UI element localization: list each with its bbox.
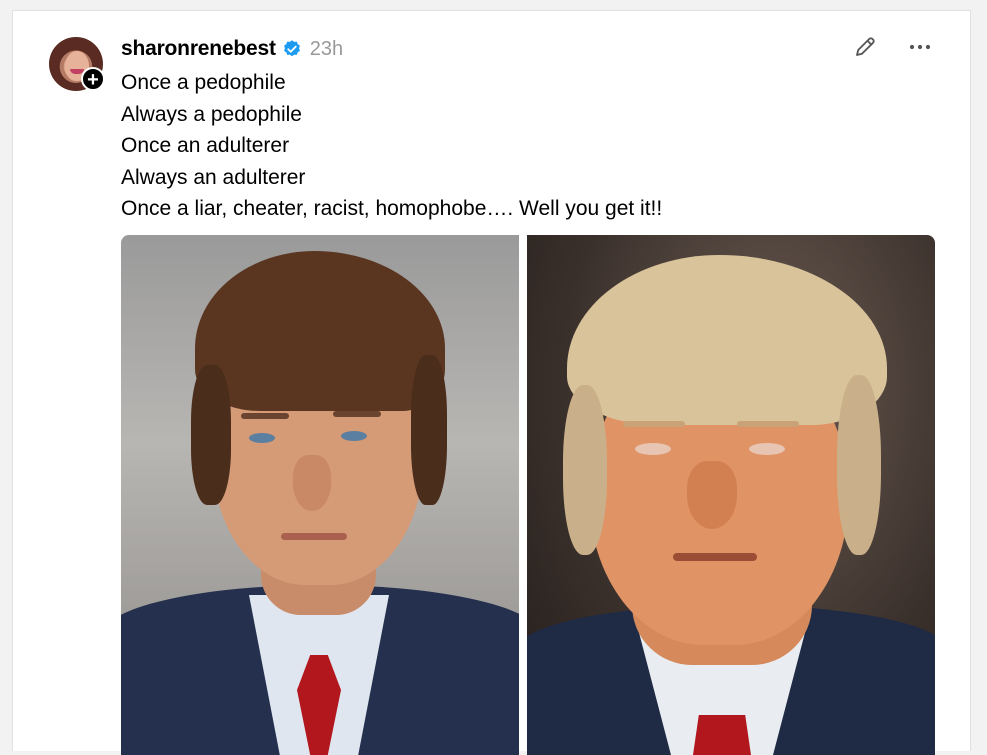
portrait-eye [635,443,671,455]
post-media-gallery [121,235,935,755]
portrait-hair [567,255,887,425]
post-image-left[interactable] [121,235,519,755]
post-line: Once a pedophile [121,71,286,94]
post-card: + sharonrenebest 23h Once a pedophile Al… [12,10,971,755]
post-line: Always an adulterer [121,165,306,189]
post-image-right[interactable] [527,235,935,755]
portrait-mouth [281,533,347,540]
portrait-hair-side [837,375,881,555]
portrait-hair-side [191,365,231,505]
portrait-brow [241,413,289,419]
portrait-brow [737,421,799,427]
verified-badge-icon [283,40,300,57]
post-line: Once a liar, cheater, racist, homophobe…… [121,197,663,220]
portrait-hair-side [563,385,607,555]
portrait-hair-side [411,355,447,505]
follow-plus-icon[interactable]: + [81,67,105,91]
post-header: sharonrenebest 23h [121,35,343,63]
portrait-tie [693,715,751,755]
portrait-eye [249,433,275,443]
portrait-nose [687,461,737,529]
portrait-hair [195,251,445,411]
portrait-mouth [673,553,757,561]
post-body: Once a pedophile Always a pedophile Once… [121,67,951,225]
post-timestamp[interactable]: 23h [310,38,343,61]
portrait-eye [341,431,367,441]
portrait-nose [293,455,331,511]
portrait-brow [333,411,381,417]
post-line: Always a pedophile [121,102,302,126]
pencil-icon[interactable] [851,33,879,61]
portrait-eye [749,443,785,455]
post-line: Once an adulterer [121,134,290,157]
top-separator [12,0,970,10]
more-horizontal-icon[interactable] [907,35,933,59]
author-avatar-container[interactable]: + [49,37,105,91]
portrait-brow [623,421,685,427]
username-link[interactable]: sharonrenebest [121,37,276,61]
